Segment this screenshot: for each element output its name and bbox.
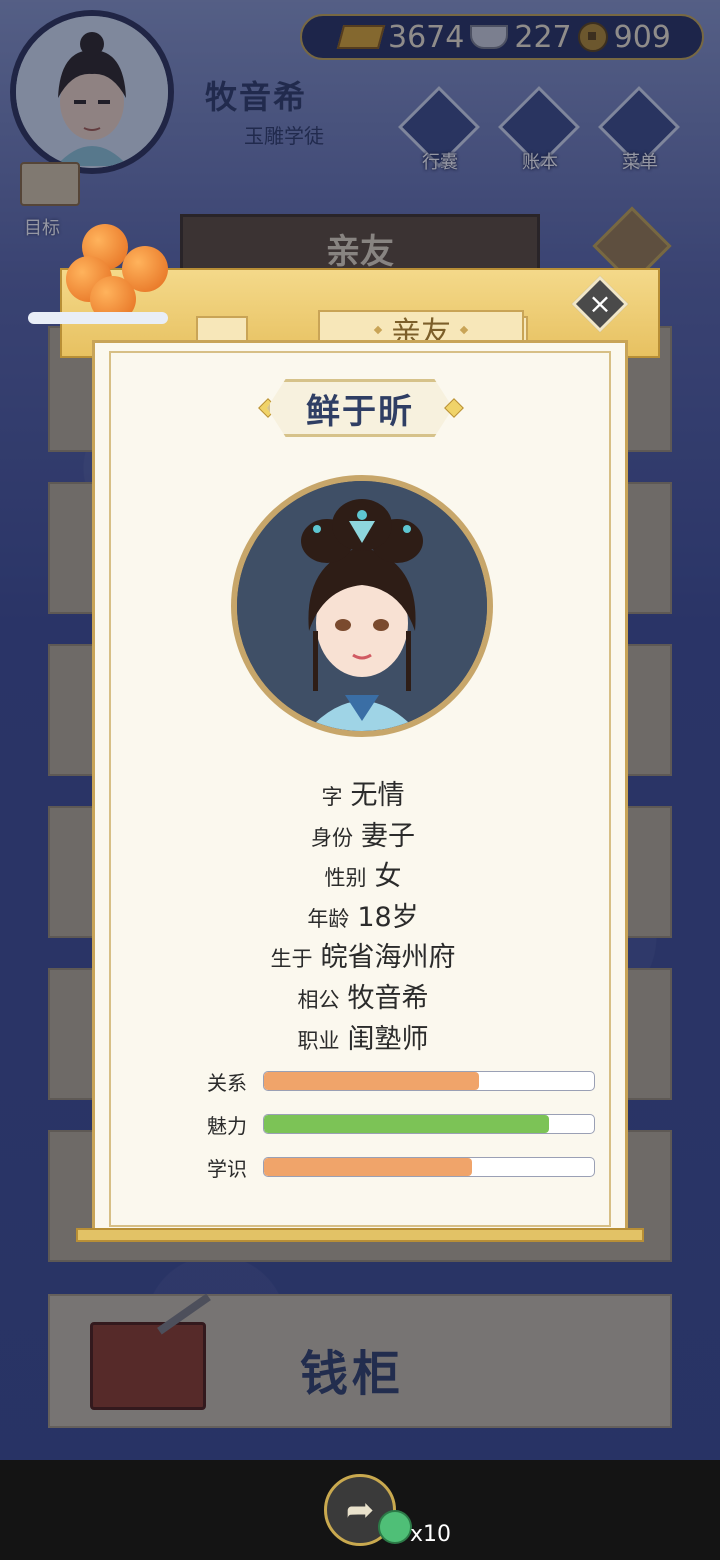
info-row-birthplace: 生于 皖省海州府 <box>95 935 631 976</box>
info-value: 女 <box>374 861 402 893</box>
bottom-bar: ➦ x10 <box>0 1460 720 1560</box>
info-key: 年龄 <box>307 906 350 931</box>
modal-panel: 鲜于昕 字 无情 身份 妻子 性别 女 年龄 18岁 生于 皖省海州府 相公 牧… <box>92 340 628 1240</box>
cloud-ornament <box>28 312 168 324</box>
stat-fill <box>264 1072 479 1090</box>
stat-fill <box>264 1115 550 1133</box>
info-value: 牧音希 <box>347 982 429 1014</box>
jade-icon <box>378 1510 412 1544</box>
stat-bar <box>263 1157 595 1177</box>
info-value: 无情 <box>350 780 405 811</box>
info-row-age: 年龄 18岁 <box>95 895 631 936</box>
info-row-gender: 性别 女 <box>95 854 631 895</box>
character-portrait <box>231 475 493 737</box>
stat-label: 关系 <box>207 1071 247 1095</box>
stat-relationship: 关系 <box>207 1067 607 1110</box>
info-row-occupation: 职业 闺塾师 <box>95 1017 631 1058</box>
stat-label: 魅力 <box>207 1114 247 1138</box>
stat-bar <box>263 1071 595 1091</box>
info-key: 职业 <box>297 1028 340 1053</box>
info-row-identity: 身份 妻子 <box>95 814 631 855</box>
stat-knowledge: 学识 <box>207 1153 607 1196</box>
stat-fill <box>264 1158 472 1176</box>
info-row-style-name: 字 无情 <box>95 773 631 814</box>
info-value: 18岁 <box>357 901 419 933</box>
close-icon: × <box>588 287 612 320</box>
stat-label: 学识 <box>207 1157 247 1181</box>
info-key: 性别 <box>324 866 367 891</box>
info-key: 字 <box>321 785 343 809</box>
character-info: 字 无情 身份 妻子 性别 女 年龄 18岁 生于 皖省海州府 相公 牧音希 职… <box>95 773 631 1057</box>
stat-charm: 魅力 <box>207 1110 607 1153</box>
info-value: 闺塾师 <box>347 1023 429 1055</box>
info-key: 生于 <box>270 947 313 972</box>
info-key: 身份 <box>311 825 353 850</box>
share-count: x10 <box>410 1522 452 1547</box>
info-row-husband: 相公 牧音希 <box>95 976 631 1017</box>
info-value: 皖省海州府 <box>320 942 456 974</box>
info-key: 相公 <box>297 987 340 1012</box>
share-icon: ➦ <box>345 1490 375 1530</box>
stat-bar <box>263 1114 595 1134</box>
modal-base <box>76 1228 644 1242</box>
info-value: 妻子 <box>361 820 415 852</box>
character-name: 鲜于昕 <box>267 379 453 437</box>
character-stats: 关系 魅力 学识 <box>207 1067 607 1196</box>
